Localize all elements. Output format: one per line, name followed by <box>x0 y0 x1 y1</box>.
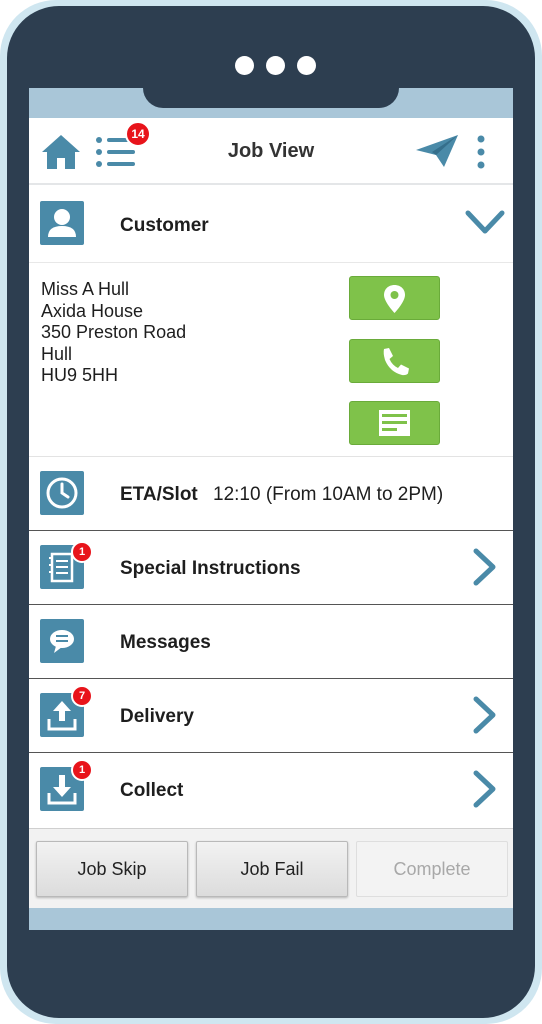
person-icon <box>40 201 84 245</box>
notes-icon <box>379 410 410 436</box>
delivery-badge: 7 <box>71 685 93 707</box>
delivery-label: Delivery <box>120 706 194 727</box>
chevron-down-icon[interactable] <box>465 209 505 237</box>
delivery-row[interactable]: 7 Delivery <box>29 679 513 752</box>
job-fail-button[interactable]: Job Fail <box>196 841 348 897</box>
more-icon[interactable] <box>473 134 489 170</box>
customer-label: Customer <box>120 215 209 236</box>
address-line: 350 Preston Road <box>41 322 187 342</box>
action-bar: Job Skip Job Fail Complete <box>29 828 513 909</box>
clock-icon <box>40 471 84 515</box>
call-button[interactable] <box>349 339 440 383</box>
address-line: Hull <box>41 343 73 364</box>
chevron-right-icon[interactable] <box>471 695 499 735</box>
map-pin-icon <box>384 285 405 313</box>
chevron-right-icon[interactable] <box>471 769 499 809</box>
address-line: HU9 5HH <box>41 365 119 385</box>
address-line: Axida House <box>41 300 144 321</box>
send-icon[interactable] <box>414 133 460 169</box>
device-camera-dots <box>235 56 316 75</box>
customer-section-header[interactable]: Customer <box>29 185 513 263</box>
chevron-right-icon[interactable] <box>471 547 499 587</box>
customer-address: Miss A Hull Axida House 350 Preston Road… <box>41 279 186 387</box>
collect-badge: 1 <box>71 759 93 781</box>
map-button[interactable] <box>349 276 440 320</box>
special-instructions-row[interactable]: 1 Special Instructions <box>29 531 513 604</box>
eta-value: 12:10 (From 10AM to 2PM) <box>213 484 444 505</box>
phone-icon <box>383 348 409 376</box>
chat-icon <box>40 619 84 663</box>
collect-row[interactable]: 1 Collect <box>29 753 513 827</box>
collect-label: Collect <box>120 780 184 801</box>
eta-row: ETA/Slot 12:10 (From 10AM to 2PM) <box>29 457 513 530</box>
complete-button[interactable]: Complete <box>356 841 508 897</box>
messages-label: Messages <box>120 632 211 653</box>
device-notch <box>143 88 399 108</box>
messages-row[interactable]: Messages <box>29 605 513 678</box>
eta-label: ETA/Slot <box>120 484 198 505</box>
special-instructions-label: Special Instructions <box>120 558 301 579</box>
special-instructions-badge: 1 <box>71 541 93 563</box>
bottom-bezel-band <box>29 908 513 930</box>
app-screen: 14 Job View Customer Miss A Hull Axida H… <box>29 88 513 930</box>
address-line: Miss A Hull <box>41 279 130 299</box>
job-skip-button[interactable]: Job Skip <box>36 841 188 897</box>
app-header: 14 Job View <box>29 118 513 185</box>
notes-button[interactable] <box>349 401 440 445</box>
